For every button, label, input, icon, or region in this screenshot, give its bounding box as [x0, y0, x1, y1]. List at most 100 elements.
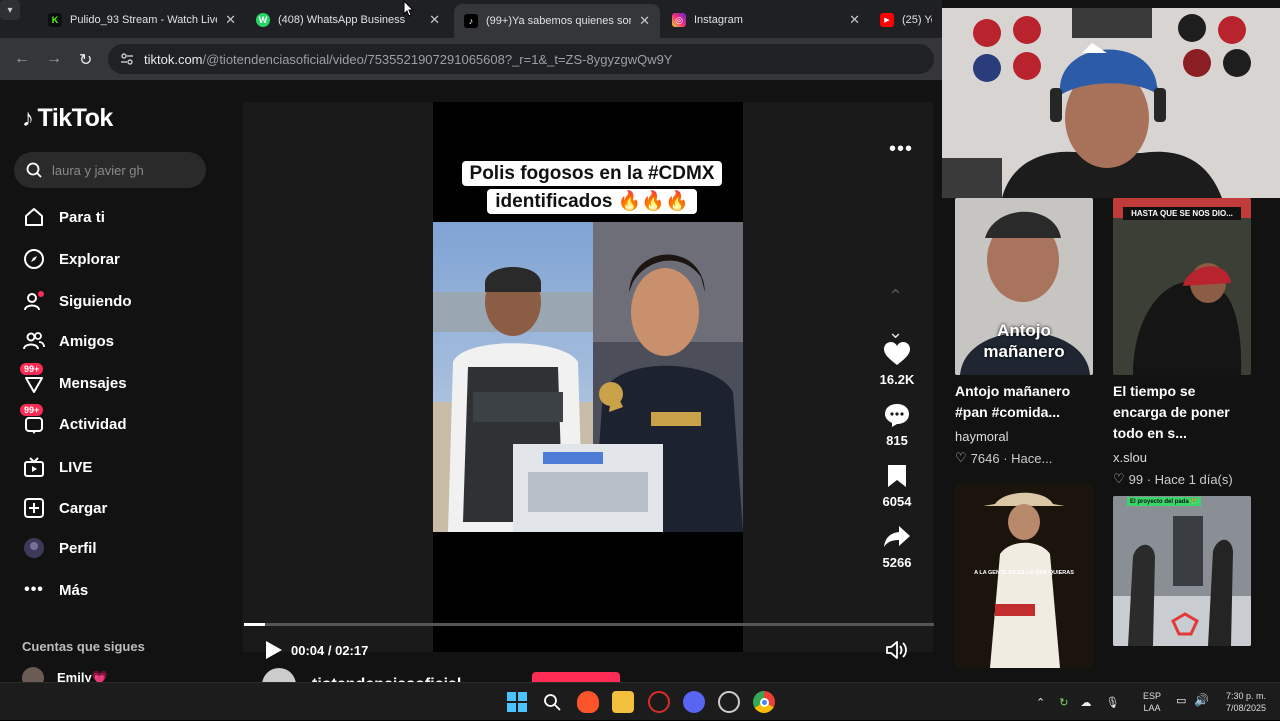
system-clock[interactable]: 7:30 p. m. 7/08/2025 — [1218, 690, 1266, 714]
recommended-author[interactable]: haymoral — [955, 429, 1093, 444]
tab-instagram[interactable]: ◎ Instagram ✕ — [662, 6, 870, 34]
volume-button[interactable] — [886, 640, 908, 665]
network-icon[interactable]: ▭ — [1176, 694, 1186, 707]
nav-cargar[interactable]: Cargar — [22, 493, 107, 523]
speaker-icon[interactable]: 🔊 — [1194, 693, 1209, 707]
discord-icon[interactable] — [683, 691, 705, 713]
tab-label: (25) YouTube — [902, 14, 932, 26]
tab-label: Instagram — [694, 14, 743, 26]
back-arrow-icon[interactable]: ← — [14, 50, 30, 68]
input-language-indicator[interactable]: ESP LAA — [1143, 690, 1161, 714]
caption-line-2: identificados 🔥🔥🔥 — [487, 189, 697, 214]
video-thumbnail[interactable]: A LA GENTE DILES LO QUE QUIERAS — [955, 484, 1093, 668]
video-player[interactable]: Polis fogosos en la #CDMX identificados … — [243, 102, 934, 659]
app-icon[interactable] — [718, 691, 740, 713]
nav-label: Amigos — [59, 332, 115, 350]
nav-label: Perfil — [59, 539, 97, 557]
video-caption-overlay: Polis fogosos en la #CDMX identificados … — [449, 160, 735, 216]
video-thumbnail[interactable]: Antojo mañanero — [955, 198, 1093, 375]
video-thumbnail[interactable]: El proyecto del pada 🏋 — [1113, 496, 1251, 646]
activity-badge: 99+ — [20, 404, 44, 416]
tiktok-note-icon: ♪ — [22, 104, 34, 132]
recommended-meta: ♡ 99 · Hace 1 día(s) — [1113, 471, 1251, 487]
more-options-icon[interactable]: ••• — [889, 138, 913, 161]
video-progress-bar[interactable] — [244, 623, 934, 626]
close-tab-icon[interactable]: ✕ — [639, 13, 650, 29]
comment-count: 815 — [886, 433, 908, 448]
nav-perfil[interactable]: Perfil — [22, 533, 97, 563]
messages-badge: 99+ — [20, 363, 44, 375]
game-launcher-icon[interactable] — [648, 691, 670, 713]
upload-icon — [22, 496, 46, 520]
close-tab-icon[interactable]: ✕ — [849, 12, 860, 28]
tab-label: (408) WhatsApp Business — [278, 14, 406, 26]
forward-arrow-icon[interactable]: → — [46, 50, 62, 68]
tab-whatsapp[interactable]: W (408) WhatsApp Business ✕ — [246, 6, 450, 34]
nav-label: Mensajes — [59, 374, 127, 392]
cloud-icon[interactable]: ☁ — [1080, 696, 1091, 709]
file-explorer-icon[interactable] — [612, 691, 634, 713]
tab-label: (99+)Ya sabemos quienes son los agentes — [486, 15, 631, 27]
recommended-video-1[interactable]: Antojo mañanero Antojo mañanero #pan #co… — [955, 198, 1093, 466]
nav-label: Para ti — [59, 208, 105, 226]
windows-taskbar: ⌃ ↻ ☁ 🎙 ESP LAA ▭ 🔊 7:30 p. m. 7/08/2025 — [0, 682, 1280, 720]
bookmark-icon — [869, 462, 925, 490]
recommended-video-2[interactable]: HASTA QUE SE NOS DIO... El tiempo se enc… — [1113, 198, 1251, 487]
video-canvas[interactable]: Polis fogosos en la #CDMX identificados … — [433, 102, 743, 652]
tab-tiktok-active[interactable]: ♪ (99+)Ya sabemos quienes son los agente… — [454, 4, 660, 38]
microphone-icon[interactable]: 🎙 — [1105, 696, 1119, 709]
nav-para-ti[interactable]: Para ti — [22, 202, 105, 232]
site-settings-icon[interactable] — [120, 52, 134, 66]
show-hidden-icons-chevron-icon[interactable]: ⌃ — [1036, 696, 1045, 709]
tab-youtube[interactable]: ▶ (25) YouTube — [870, 6, 942, 34]
search-input[interactable]: laura y javier gh — [14, 152, 206, 188]
recommended-title[interactable]: El tiempo se encarga de poner todo en s.… — [1113, 381, 1251, 444]
recommended-video-3[interactable]: A LA GENTE DILES LO QUE QUIERAS — [955, 484, 1093, 668]
previous-video-chevron-icon[interactable]: ⌃ — [888, 286, 903, 307]
heart-icon — [869, 340, 925, 368]
address-bar-row: ← → ↻ tiktok.com/@tiotendenciasoficial/v… — [0, 38, 942, 80]
nav-mensajes[interactable]: 99+ Mensajes — [20, 363, 127, 398]
save-button[interactable]: 6054 — [869, 462, 925, 509]
thumbnail-overlay-text: El proyecto del pada 🏋 — [1127, 497, 1201, 506]
recommended-video-4[interactable]: El proyecto del pada 🏋 — [1113, 496, 1251, 646]
reload-icon[interactable]: ↻ — [79, 50, 92, 70]
friends-icon — [22, 329, 46, 353]
share-count: 5266 — [882, 555, 912, 570]
chrome-icon[interactable] — [753, 691, 775, 713]
video-time: 00:04 / 02:17 — [291, 643, 369, 658]
taskbar-search-icon[interactable] — [541, 691, 563, 713]
comment-button[interactable]: 815 — [869, 401, 925, 448]
share-button[interactable]: 5266 — [869, 523, 925, 570]
clock-time: 7:30 p. m. — [1225, 691, 1266, 701]
video-thumbnail[interactable]: HASTA QUE SE NOS DIO... — [1113, 198, 1251, 375]
url-field[interactable]: tiktok.com/@tiotendenciasoficial/video/7… — [108, 44, 934, 74]
tab-search-button[interactable]: ▾ — [0, 0, 20, 20]
nav-explorar[interactable]: Explorar — [22, 244, 120, 274]
youtube-icon: ▶ — [880, 13, 894, 27]
comment-icon — [869, 401, 925, 429]
nav-actividad[interactable]: 99+ Actividad — [20, 404, 127, 439]
like-count: 16.2K — [879, 372, 915, 387]
close-tab-icon[interactable]: ✕ — [429, 12, 440, 28]
play-button[interactable] — [265, 640, 283, 665]
windows-start-icon[interactable] — [506, 691, 528, 713]
video-frame-image — [433, 222, 743, 532]
nav-amigos[interactable]: Amigos — [22, 326, 114, 356]
tab-kick[interactable]: K Pulido_93 Stream - Watch Live on Kick … — [38, 6, 246, 34]
mouse-cursor-icon — [403, 0, 415, 17]
sync-icon[interactable]: ↻ — [1059, 696, 1068, 709]
url-host: tiktok.com — [144, 51, 203, 67]
tiktok-logo[interactable]: ♪ TikTok — [22, 104, 113, 133]
nav-mas[interactable]: ••• Más — [22, 575, 88, 605]
recommended-author[interactable]: x.slou — [1113, 450, 1251, 465]
home-icon — [22, 205, 46, 229]
nav-live[interactable]: LIVE — [22, 452, 92, 482]
recommended-title[interactable]: Antojo mañanero #pan #comida... — [955, 381, 1093, 423]
caption-line-1: Polis fogosos en la #CDMX — [461, 161, 723, 186]
like-button[interactable]: 16.2K — [869, 340, 925, 387]
share-arrow-icon — [869, 523, 925, 551]
brave-browser-icon[interactable] — [577, 691, 599, 713]
close-tab-icon[interactable]: ✕ — [225, 12, 236, 28]
nav-siguiendo[interactable]: Siguiendo — [22, 286, 132, 316]
